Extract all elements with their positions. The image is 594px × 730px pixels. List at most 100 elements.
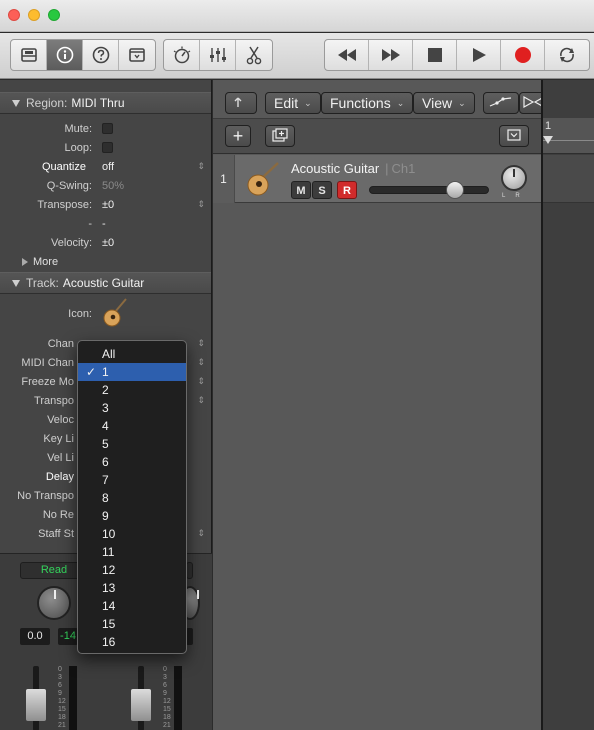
chevron-down-icon: ⌄: [458, 97, 466, 108]
track-volume-thumb[interactable]: [446, 181, 465, 199]
midi-channel-option-label: 11: [102, 545, 115, 559]
transpose-value[interactable]: ±0: [96, 199, 114, 211]
mute-checkbox[interactable]: [102, 123, 113, 134]
play-button[interactable]: [457, 40, 501, 70]
record-enable-button[interactable]: R: [337, 181, 357, 199]
quantize-stepper-icon[interactable]: ⇕: [197, 161, 205, 171]
track-param-label: Delay: [45, 470, 74, 483]
solo-button[interactable]: S: [312, 181, 332, 199]
rewind-button[interactable]: [325, 40, 369, 70]
automation-read-button-2[interactable]: [186, 562, 193, 579]
midi-channel-dropdown: All ✓ 1 2 3 4 5 6 7 8 9 10 11 12 13 14 15 16: [77, 340, 187, 654]
midi-channel-option[interactable]: 5: [78, 435, 186, 453]
new-track-with-settings-button[interactable]: [265, 125, 295, 147]
meter-scale-tick: 0: [58, 666, 62, 673]
track-name: Acoustic Guitar: [62, 276, 145, 290]
meter-scale-tick: 18: [58, 714, 66, 721]
volume-readout[interactable]: 0.0: [20, 628, 50, 645]
midi-channel-option[interactable]: 13: [78, 579, 186, 597]
meter-scale-2: 0 3 6 9 12 15 18 21: [163, 666, 171, 730]
smart-controls-button[interactable]: [164, 40, 200, 70]
stepper-icon[interactable]: ⇕: [197, 338, 205, 348]
level-meter: [69, 666, 77, 730]
close-window-button[interactable]: [8, 9, 20, 21]
velocity-value[interactable]: ±0: [96, 237, 114, 249]
meter-scale-tick: 12: [163, 698, 171, 705]
region-name: MIDI Thru: [71, 96, 125, 110]
stepper-icon[interactable]: ⇕: [197, 395, 205, 405]
pan-knob[interactable]: [37, 586, 71, 620]
editing-tool-button[interactable]: [236, 40, 272, 70]
disclosure-down-icon: [12, 99, 20, 107]
track-param-label: No Re: [42, 508, 74, 521]
midi-channel-option[interactable]: 11: [78, 543, 186, 561]
midi-channel-option[interactable]: 14: [78, 597, 186, 615]
workspace-area[interactable]: 1: [541, 80, 594, 730]
stepper-icon[interactable]: ⇕: [197, 376, 205, 386]
automation-button[interactable]: [483, 92, 519, 114]
meter-scale-tick: 12: [58, 698, 66, 705]
help-icon: [92, 46, 110, 64]
midi-channel-option[interactable]: 4: [78, 417, 186, 435]
transpose-label: Transpose:: [37, 198, 92, 211]
track-header[interactable]: Track: Acoustic Guitar: [0, 272, 211, 294]
transpose-stepper-icon[interactable]: ⇕: [197, 199, 205, 209]
midi-channel-option[interactable]: 9: [78, 507, 186, 525]
more-disclosure[interactable]: More: [0, 252, 211, 271]
midi-channel-option[interactable]: All: [78, 345, 186, 363]
region-header[interactable]: Region: MIDI Thru: [0, 92, 211, 114]
stepper-icon[interactable]: ⇕: [197, 528, 205, 538]
transpose-row[interactable]: Transpose: ±0 ⇕: [0, 195, 211, 214]
playhead-icon[interactable]: [543, 136, 553, 149]
track-lane[interactable]: [543, 155, 594, 203]
volume-readout-2[interactable]: [186, 628, 193, 645]
add-track-button[interactable]: +: [225, 125, 251, 147]
scissors-icon: [245, 45, 263, 65]
tracks-toolbar: Edit ⌄ Functions ⌄ View ⌄: [213, 90, 549, 120]
track-volume-slider[interactable]: [369, 186, 489, 194]
quantize-value[interactable]: off: [96, 161, 114, 173]
functions-menu[interactable]: Functions ⌄: [321, 92, 414, 114]
loop-checkbox[interactable]: [102, 142, 113, 153]
midi-channel-option[interactable]: 10: [78, 525, 186, 543]
guitar-icon[interactable]: [102, 297, 128, 331]
midi-channel-option[interactable]: 8: [78, 489, 186, 507]
blank-value: -: [102, 217, 106, 230]
bar-ruler[interactable]: 1: [543, 118, 594, 154]
track-header-acoustic-guitar[interactable]: 1 Acoustic Guitar | Ch1 M S R LR: [213, 155, 541, 203]
library-button[interactable]: [11, 40, 47, 70]
tools-buttons-group: [163, 39, 273, 71]
midi-channel-option[interactable]: ✓ 1: [78, 363, 186, 381]
editors-button[interactable]: [119, 40, 155, 70]
midi-channel-option[interactable]: 12: [78, 561, 186, 579]
midi-channel-option[interactable]: 3: [78, 399, 186, 417]
volume-fader-handle[interactable]: [26, 689, 46, 721]
midi-channel-option[interactable]: 2: [78, 381, 186, 399]
record-button[interactable]: [501, 40, 545, 70]
cycle-button[interactable]: [545, 40, 589, 70]
midi-channel-option[interactable]: 16: [78, 633, 186, 651]
fast-forward-button[interactable]: [369, 40, 413, 70]
qswing-value[interactable]: 50%: [96, 180, 124, 192]
stop-button[interactable]: [413, 40, 457, 70]
midi-channel-option[interactable]: 6: [78, 453, 186, 471]
track-number: 1: [213, 155, 235, 203]
back-button[interactable]: [225, 92, 257, 114]
loop-label: Loop:: [64, 141, 92, 154]
mute-button[interactable]: M: [291, 181, 311, 199]
mixer-button[interactable]: [200, 40, 236, 70]
track-pan-knob[interactable]: [501, 165, 527, 191]
stepper-icon[interactable]: ⇕: [197, 357, 205, 367]
zoom-window-button[interactable]: [48, 9, 60, 21]
title-bar: [0, 0, 594, 32]
view-menu[interactable]: View ⌄: [413, 92, 475, 114]
minimize-window-button[interactable]: [28, 9, 40, 21]
edit-menu[interactable]: Edit ⌄: [265, 92, 321, 114]
global-tracks-button[interactable]: [499, 125, 529, 147]
midi-channel-option[interactable]: 15: [78, 615, 186, 633]
inspector-button[interactable]: [47, 40, 83, 70]
quick-help-button[interactable]: [83, 40, 119, 70]
midi-channel-option[interactable]: 7: [78, 471, 186, 489]
volume-fader-handle-2[interactable]: [131, 689, 151, 721]
quantize-row[interactable]: Quantize off ⇕: [0, 157, 211, 176]
